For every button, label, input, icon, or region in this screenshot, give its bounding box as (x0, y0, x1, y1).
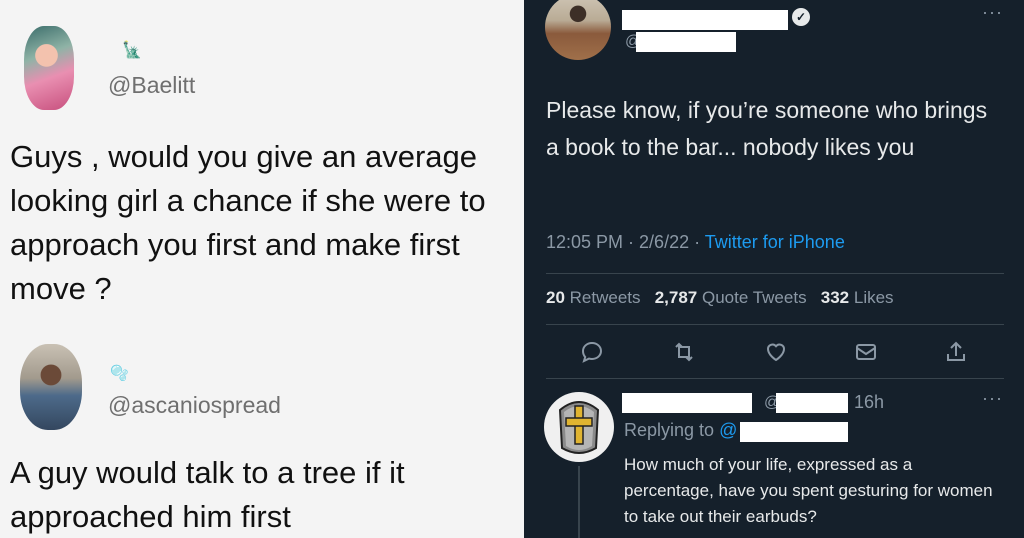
divider (546, 273, 1004, 274)
left-screenshot-panel: 🗽 @Baelitt Guys , would you give an aver… (0, 0, 524, 538)
redacted-display-name (622, 10, 788, 30)
emoji-glyph: 🫧 (110, 364, 129, 382)
shield-cross-icon (558, 401, 600, 454)
redacted-handle (740, 422, 848, 442)
redacted-handle (636, 32, 736, 52)
quotes-label: Quote Tweets (701, 288, 807, 307)
meta-separator: · (623, 232, 640, 252)
ascaniospread-tweet-text: A guy would talk to a tree if it approac… (10, 455, 405, 534)
tweet-meta: 12:05 PM · 2/6/22 · Twitter for iPhone (546, 232, 845, 253)
baelitt-tweet-text: Guys , would you give an average looking… (10, 139, 486, 306)
ascaniospread-avatar[interactable] (20, 344, 82, 430)
more-icon[interactable]: ··· (982, 2, 1003, 23)
tweet-date[interactable]: 2/6/22 (639, 232, 689, 252)
replying-to-label: Replying to (624, 420, 715, 440)
tweet-stats: 20 Retweets 2,787 Quote Tweets 332 Likes (546, 288, 894, 308)
divider (546, 324, 1004, 325)
tweet-source-link[interactable]: Twitter for iPhone (705, 232, 845, 252)
reply-icon[interactable] (580, 340, 608, 366)
retweets-label: Retweets (569, 288, 641, 307)
reply-time[interactable]: 16h (854, 392, 884, 413)
tweet-time: 12:05 PM (546, 232, 624, 252)
retweets-count: 20 (546, 288, 565, 307)
meta-separator: · (689, 232, 705, 252)
retweet-icon[interactable] (672, 340, 700, 366)
main-tweet-text: Please know, if you’re someone who bring… (546, 97, 988, 160)
emoji-glyph: 🗽 (122, 42, 142, 59)
redacted-display-name (622, 393, 752, 413)
thread-line (578, 466, 580, 538)
baelitt-avatar[interactable] (24, 26, 74, 110)
like-icon[interactable] (764, 340, 792, 366)
quotes-count: 2,787 (654, 288, 698, 307)
verified-badge-icon: ✓ (792, 8, 810, 26)
right-screenshot-panel: @ ✓ ··· Please know, if you’re someone w… (524, 0, 1024, 538)
baelitt-handle[interactable]: @Baelitt (108, 72, 195, 99)
ascaniospread-handle[interactable]: @ascaniospread (108, 392, 281, 419)
divider (546, 378, 1004, 379)
quotes-stat[interactable]: 2,787 Quote Tweets (655, 288, 807, 307)
replying-to-handle[interactable]: @ (719, 420, 737, 440)
redacted-handle (776, 393, 848, 413)
share-icon[interactable] (854, 340, 882, 366)
share-up-icon[interactable] (944, 340, 972, 366)
reply-tweet-text: How much of your life, expressed as a pe… (624, 455, 993, 526)
more-icon[interactable]: ··· (982, 388, 1003, 409)
replying-to: Replying to @ (624, 420, 737, 441)
likes-stat[interactable]: 332 Likes (821, 288, 894, 307)
tweet-actions (524, 340, 1024, 366)
likes-count: 332 (820, 288, 850, 307)
retweets-stat[interactable]: 20 Retweets (546, 288, 641, 307)
reply-avatar[interactable] (544, 392, 614, 462)
likes-label: Likes (853, 288, 894, 307)
author-avatar[interactable] (545, 0, 611, 60)
